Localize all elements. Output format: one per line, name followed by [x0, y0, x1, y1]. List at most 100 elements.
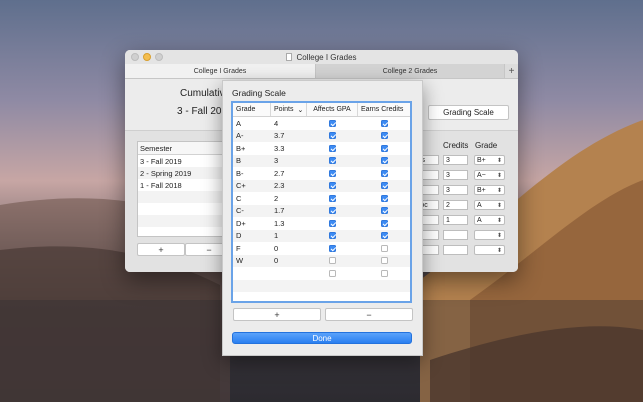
grade-select[interactable]: B+ ⬍ [474, 155, 505, 165]
affects-gpa-checkbox[interactable] [329, 194, 336, 202]
affects-gpa-checkbox[interactable] [329, 207, 336, 215]
grade-select[interactable]: A ⬍ [474, 215, 505, 225]
grading-row[interactable] [233, 267, 410, 280]
affects-gpa-checkbox[interactable] [329, 219, 336, 227]
credits-field[interactable]: 3 [443, 170, 468, 180]
earns-credits-checkbox[interactable] [380, 182, 388, 190]
affects-gpa-checkbox[interactable] [329, 269, 336, 277]
semester-row[interactable]: 2 - Spring 2019 [138, 167, 222, 179]
grade-cell[interactable]: D [233, 230, 271, 243]
grade-cell[interactable]: C+ [233, 180, 271, 193]
grading-row[interactable]: C+ 2.3 [233, 179, 410, 193]
earns-credits-checkbox[interactable] [380, 232, 388, 240]
earns-credits-checkbox[interactable] [380, 119, 388, 127]
affects-gpa-checkbox[interactable] [329, 257, 336, 265]
points-cell[interactable]: 0 [271, 242, 307, 255]
grade-select[interactable]: ⬍ [474, 230, 505, 240]
affects-gpa-checkbox[interactable] [329, 119, 336, 127]
earns-credits-checkbox[interactable] [380, 169, 388, 177]
credits-field[interactable] [443, 245, 468, 255]
grade-select[interactable]: B+ ⬍ [474, 185, 505, 195]
tab-college-2[interactable]: College 2 Grades [316, 64, 505, 78]
column-header-grade[interactable]: Grade [233, 103, 271, 116]
column-header-earns-credits[interactable]: Earns Credits [358, 103, 410, 116]
semester-row[interactable]: 3 - Fall 2019 [138, 155, 222, 167]
minimize-window-button[interactable] [143, 53, 151, 61]
credits-field[interactable]: 2 [443, 200, 468, 210]
semester-row[interactable]: 1 - Fall 2018 [138, 179, 222, 191]
grade-cell[interactable] [233, 267, 271, 280]
grading-row[interactable]: A- 3.7 [233, 129, 410, 143]
grade-cell[interactable]: F [233, 242, 271, 255]
earns-credits-checkbox[interactable] [380, 244, 388, 252]
points-cell[interactable]: 0 [271, 255, 307, 268]
points-cell[interactable]: 1.3 [271, 217, 307, 230]
add-tab-button[interactable]: + [505, 64, 518, 78]
grade-cell[interactable]: A- [233, 130, 271, 143]
grading-row[interactable]: B3 [233, 154, 410, 168]
grade-cell[interactable]: B- [233, 167, 271, 180]
points-cell[interactable]: 2.7 [271, 167, 307, 180]
add-grade-button[interactable]: + [233, 308, 321, 321]
earns-credits-checkbox[interactable] [380, 219, 388, 227]
grade-select[interactable]: A ⬍ [474, 200, 505, 210]
grading-row[interactable]: C2 [233, 192, 410, 205]
earns-credits-checkbox[interactable] [380, 257, 388, 265]
grade-select[interactable]: A− ⬍ [474, 170, 505, 180]
grade-cell[interactable]: B+ [233, 142, 271, 155]
column-header-affects-gpa[interactable]: Affects GPA [307, 103, 358, 116]
affects-gpa-checkbox[interactable] [329, 132, 336, 140]
add-semester-button[interactable]: + [137, 243, 185, 256]
grading-row[interactable]: A4 [233, 117, 410, 130]
credits-field[interactable]: 1 [443, 215, 468, 225]
affects-gpa-checkbox[interactable] [329, 169, 336, 177]
credits-field[interactable] [443, 230, 468, 240]
points-cell[interactable] [271, 267, 307, 280]
earns-credits-checkbox[interactable] [380, 132, 388, 140]
grade-select[interactable]: ⬍ [474, 245, 505, 255]
remove-grade-button[interactable]: − [325, 308, 413, 321]
grade-cell[interactable]: D+ [233, 217, 271, 230]
grading-row[interactable]: B+ 3.3 [233, 142, 410, 155]
grade-cell[interactable]: B [233, 155, 271, 168]
points-cell[interactable]: 3 [271, 155, 307, 168]
points-cell[interactable]: 4 [271, 117, 307, 130]
tab-college-1[interactable]: College I Grades [125, 64, 316, 78]
grade-cell[interactable]: W [233, 255, 271, 268]
earns-credits-checkbox[interactable] [380, 269, 388, 277]
grading-scale-button[interactable]: Grading Scale [428, 105, 509, 120]
earns-credits-checkbox[interactable] [380, 207, 388, 215]
affects-gpa-checkbox[interactable] [329, 244, 336, 252]
title-bar[interactable]: College I Grades [125, 50, 518, 65]
close-window-button[interactable] [131, 53, 139, 61]
grading-row[interactable]: W0 [233, 254, 410, 268]
earns-credits-checkbox[interactable] [380, 157, 388, 165]
points-cell[interactable]: 2 [271, 192, 307, 205]
semester-header[interactable]: Semester [138, 142, 222, 155]
points-cell[interactable]: 2.3 [271, 180, 307, 193]
points-cell[interactable]: 1.7 [271, 205, 307, 218]
earns-credits-checkbox[interactable] [380, 194, 388, 202]
zoom-window-button[interactable] [155, 53, 163, 61]
grading-row[interactable]: F0 [233, 242, 410, 255]
grade-cell[interactable]: C- [233, 205, 271, 218]
grading-row[interactable]: C- 1.7 [233, 204, 410, 218]
column-header-points[interactable]: Points ⌄ [271, 103, 307, 116]
grading-row[interactable]: D+ 1.3 [233, 217, 410, 230]
grade-cell[interactable]: A [233, 117, 271, 130]
points-cell[interactable]: 3.3 [271, 142, 307, 155]
credits-field[interactable]: 3 [443, 185, 468, 195]
points-cell[interactable]: 1 [271, 230, 307, 243]
semester-table: Semester 3 - Fall 2019 2 - Spring 2019 1… [137, 141, 223, 237]
earns-credits-checkbox[interactable] [380, 144, 388, 152]
affects-gpa-checkbox[interactable] [329, 144, 336, 152]
grade-cell[interactable]: C [233, 192, 271, 205]
affects-gpa-checkbox[interactable] [329, 182, 336, 190]
affects-gpa-checkbox[interactable] [329, 232, 336, 240]
grading-row[interactable]: D1 [233, 229, 410, 243]
grading-row[interactable]: B- 2.7 [233, 167, 410, 180]
points-cell[interactable]: 3.7 [271, 130, 307, 143]
affects-gpa-checkbox[interactable] [329, 157, 336, 165]
credits-field[interactable]: 3 [443, 155, 468, 165]
done-button[interactable]: Done [232, 332, 412, 344]
